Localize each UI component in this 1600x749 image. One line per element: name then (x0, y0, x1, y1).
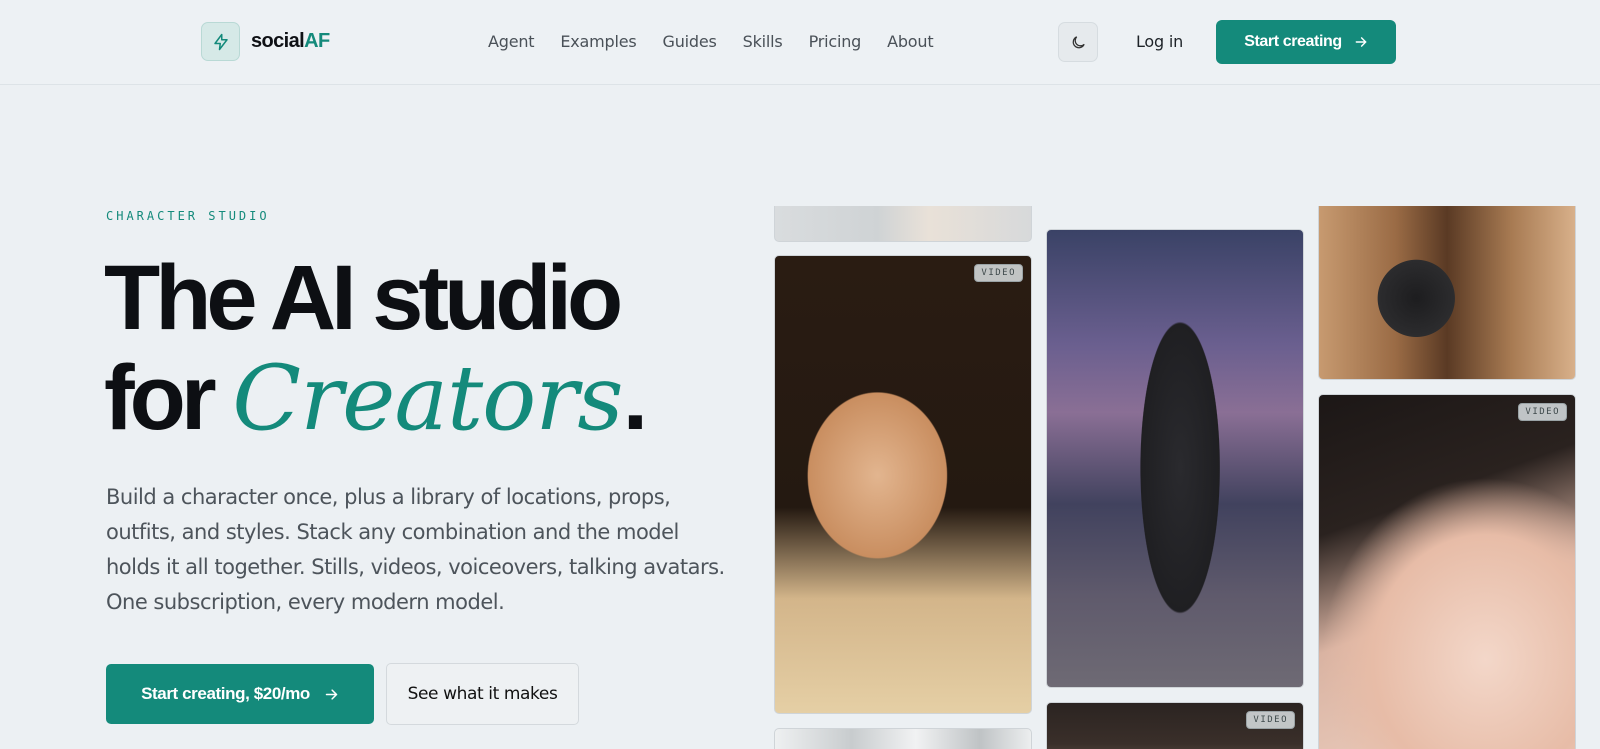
login-link[interactable]: Log in (1136, 32, 1183, 51)
theme-toggle-button[interactable] (1058, 22, 1098, 62)
hero-title: The AI studio for Creators. (104, 247, 648, 451)
nav-agent[interactable]: Agent (488, 32, 535, 51)
brand-name: socialAF (251, 30, 330, 52)
hero-title-script: Creators (232, 346, 623, 451)
gallery-image-kettlebell[interactable] (1318, 206, 1576, 380)
nav-examples[interactable]: Examples (560, 32, 636, 51)
arrow-right-icon (1355, 37, 1367, 47)
primary-cta-label: Start creating, $20/mo (141, 684, 310, 703)
gallery-image-bottom-crop[interactable] (774, 728, 1032, 749)
moon-icon (1072, 35, 1085, 48)
gallery-video-woman-portrait[interactable]: VIDEO (774, 255, 1032, 714)
gallery-video-hair-closeup[interactable]: VIDEO (1046, 702, 1304, 749)
start-creating-label: Start creating (1244, 33, 1342, 50)
nav-guides[interactable]: Guides (663, 32, 717, 51)
hero-title-prefix: for (104, 347, 217, 449)
video-badge: VIDEO (974, 264, 1023, 282)
gallery-video-face-closeup[interactable]: VIDEO (1318, 394, 1576, 749)
hero-title-line1: The AI studio (104, 247, 623, 349)
site-header: socialAF Agent Examples Guides Skills Pr… (0, 0, 1600, 85)
secondary-cta-button[interactable]: See what it makes (386, 663, 579, 725)
hero-title-suffix: . (622, 347, 648, 449)
primary-cta-button[interactable]: Start creating, $20/mo (106, 664, 374, 724)
media-gallery: VIDEO VIDEO VIDEO (772, 206, 1600, 749)
nav-skills[interactable]: Skills (743, 32, 783, 51)
arrow-right-icon (325, 688, 338, 700)
start-creating-button[interactable]: Start creating (1216, 20, 1396, 64)
gallery-image-top-crop[interactable] (774, 206, 1032, 242)
video-badge: VIDEO (1518, 403, 1567, 421)
nav-pricing[interactable]: Pricing (809, 32, 862, 51)
hero-description: Build a character once, plus a library o… (106, 485, 725, 614)
video-badge: VIDEO (1246, 711, 1295, 729)
lightning-icon (201, 22, 240, 61)
main-nav: Agent Examples Guides Skills Pricing Abo… (488, 32, 959, 51)
hero-eyebrow: CHARACTER STUDIO (106, 209, 270, 223)
nav-about[interactable]: About (887, 32, 934, 51)
gallery-image-athlete-city[interactable] (1046, 229, 1304, 688)
brand-logo[interactable]: socialAF (201, 22, 330, 61)
